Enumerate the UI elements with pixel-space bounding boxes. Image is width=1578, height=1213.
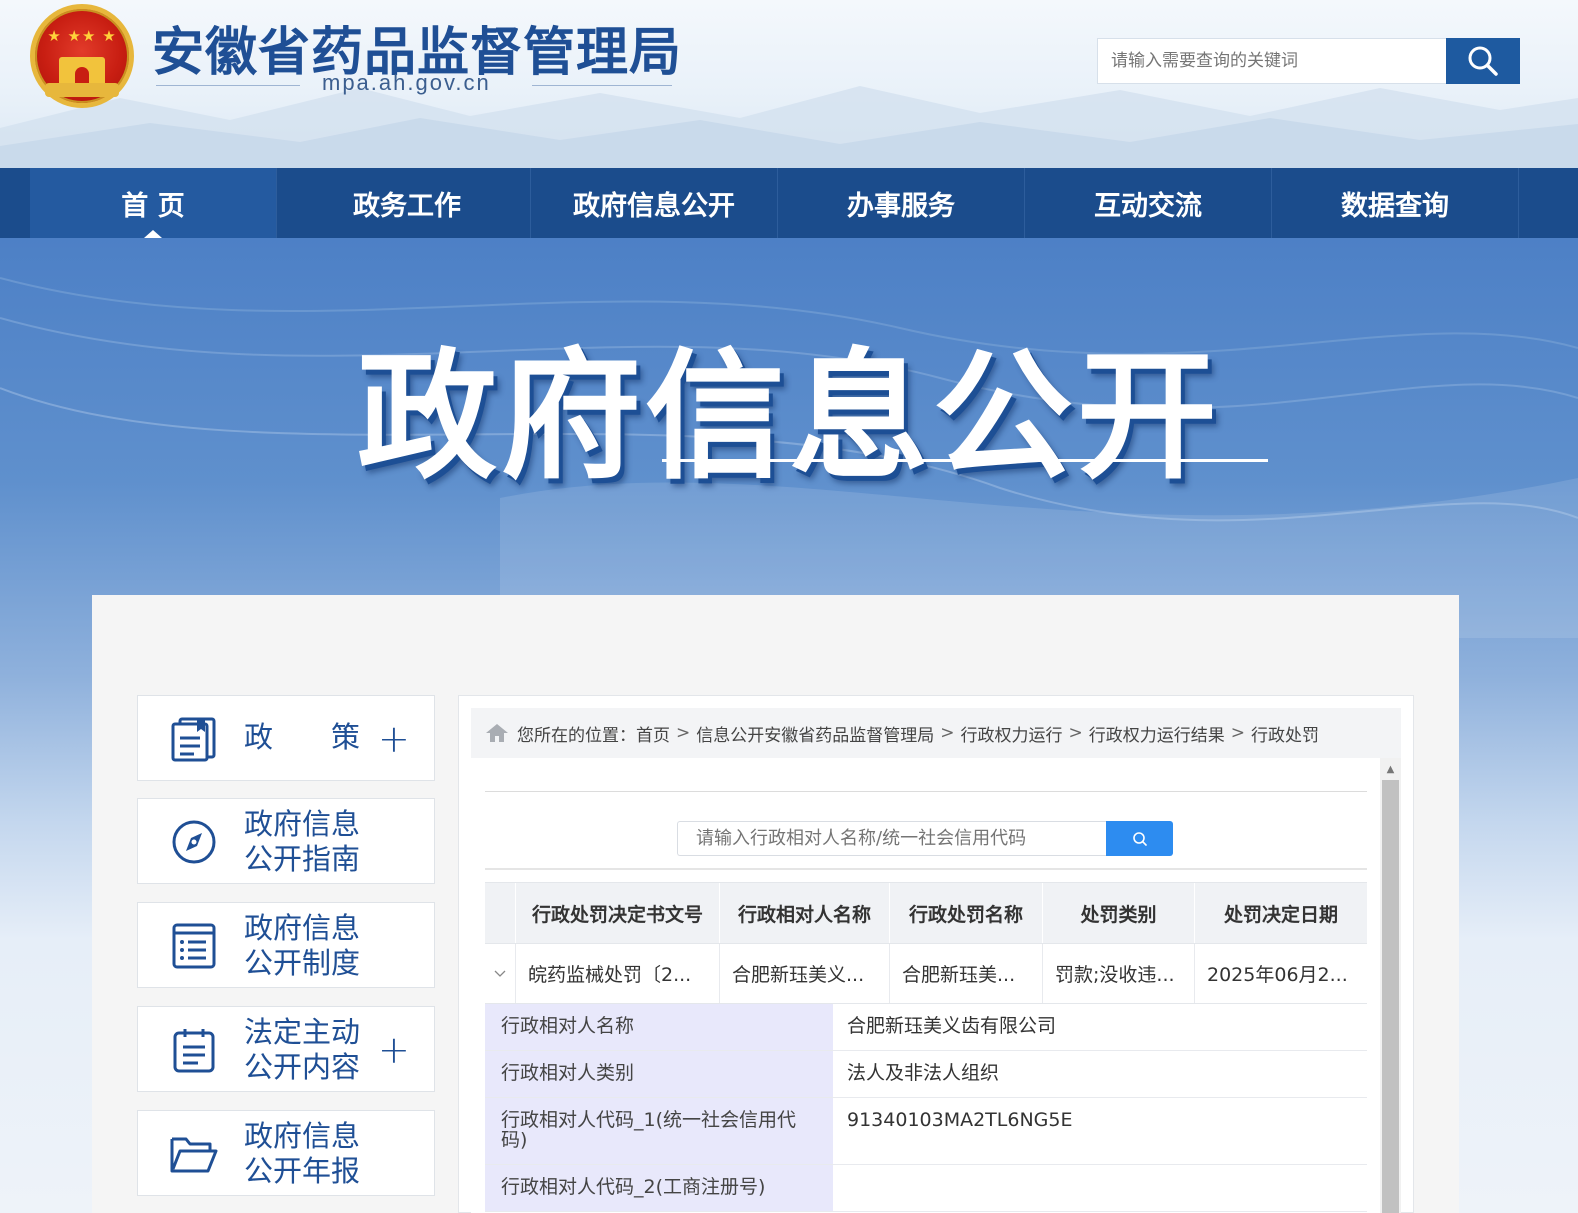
nav-item-services[interactable]: 办事服务 <box>778 168 1025 238</box>
detail-value: 法人及非法人组织 <box>833 1051 1367 1097</box>
penalty-search-input[interactable] <box>678 822 1107 855</box>
sidebar-item-label: 公开年报 <box>244 1154 361 1188</box>
table-cell: 罚款;没收违... <box>1043 944 1195 1003</box>
breadcrumb-link-penalty[interactable]: 行政处罚 <box>1251 721 1319 746</box>
breadcrumb-separator: > <box>676 723 691 743</box>
list-document-icon <box>172 923 216 969</box>
embedded-query-frame: 行政处罚决定书文号 行政相对人名称 行政处罚名称 处罚类别 处罚决定日期 皖药监… <box>471 758 1401 1213</box>
column-header: 处罚决定日期 <box>1223 903 1338 926</box>
detail-row: 行政相对人代码_1(统一社会信用代码) 91340103MA2TL6NG5E <box>485 1098 1367 1165</box>
table-cell: 皖药监械处罚〔2... <box>516 944 720 1003</box>
detail-key: 行政相对人名称 <box>485 1004 833 1050</box>
folder-icon <box>170 1137 218 1173</box>
penalty-search-box <box>677 821 1107 856</box>
scrollbar-thumb[interactable] <box>1382 780 1399 1213</box>
main-nav: 首 页 政务工作 政府信息公开 办事服务 互动交流 数据查询 <box>0 168 1578 238</box>
detail-key: 行政相对人代码_2(工商注册号) <box>485 1165 833 1211</box>
sidebar-item-label: 政府信息 <box>244 911 361 945</box>
site-search-box <box>1097 38 1447 84</box>
penalty-table: 行政处罚决定书文号 行政相对人名称 行政处罚名称 处罚类别 处罚决定日期 皖药监… <box>485 882 1367 1212</box>
nav-item-home[interactable]: 首 页 <box>30 168 277 238</box>
scroll-up-arrow-icon[interactable]: ▲ <box>1380 760 1401 778</box>
sidebar-item-label: 政府信息 <box>244 807 361 841</box>
compass-icon <box>172 820 216 864</box>
nav-item-government-work[interactable]: 政务工作 <box>284 168 531 238</box>
table-cell: 合肥新珏美... <box>890 944 1043 1003</box>
banner-title: 政府信息公开 <box>356 336 1221 499</box>
expand-column-header <box>485 883 516 943</box>
table-header: 行政处罚决定书文号 行政相对人名称 行政处罚名称 处罚类别 处罚决定日期 <box>485 882 1367 944</box>
nav-item-info-disclosure[interactable]: 政府信息公开 <box>531 168 778 238</box>
row-detail-panel: 行政相对人名称 合肥新珏美义齿有限公司 行政相对人类别 法人及非法人组织 行政相… <box>485 1004 1367 1212</box>
breadcrumb-link-power-operation[interactable]: 行政权力运行 <box>961 721 1063 746</box>
column-header: 行政处罚决定书文号 <box>516 883 720 943</box>
sidebar-item-statutory-content[interactable]: 法定主动 公开内容 + <box>137 1006 435 1092</box>
national-emblem-logo: ★ ★★ ★ <box>30 4 134 108</box>
search-icon <box>1468 46 1498 76</box>
detail-key: 行政相对人代码_1(统一社会信用代码) <box>485 1098 833 1164</box>
divider <box>485 791 1367 792</box>
sidebar-item-label: 公开制度 <box>244 946 361 980</box>
detail-row: 行政相对人类别 法人及非法人组织 <box>485 1051 1367 1098</box>
main-container: 政 策 + 政府信息 公开指南 政府信息 公开制度 法定主动 公开内容 + 政府… <box>92 595 1459 1213</box>
column-header: 行政相对人名称 <box>720 883 890 943</box>
clipboard-icon <box>173 1029 215 1073</box>
breadcrumb-link-home[interactable]: 首页 <box>636 721 670 746</box>
divider <box>532 85 672 86</box>
sidebar-item-annual-report[interactable]: 政府信息 公开年报 <box>137 1110 435 1196</box>
detail-row: 行政相对人代码_2(工商注册号) <box>485 1165 1367 1212</box>
banner-underline <box>662 459 1268 462</box>
divider <box>485 868 1367 870</box>
site-header: ★ ★★ ★ 安徽省药品监督管理局 mpa.ah.gov.cn <box>0 0 1578 168</box>
chevron-down-icon[interactable] <box>485 944 516 1003</box>
detail-value: 91340103MA2TL6NG5E <box>833 1098 1367 1164</box>
site-url: mpa.ah.gov.cn <box>322 70 491 95</box>
penalty-search-button[interactable] <box>1106 821 1173 856</box>
home-icon <box>486 724 508 742</box>
breadcrumb-link-disclosure[interactable]: 信息公开安徽省药品监督管理局 <box>696 721 934 746</box>
expand-plus-icon[interactable]: + <box>378 720 410 758</box>
column-header: 行政处罚名称 <box>890 883 1043 943</box>
breadcrumb-separator: > <box>1068 723 1083 743</box>
detail-value: 合肥新珏美义齿有限公司 <box>833 1004 1367 1050</box>
nav-item-data-query[interactable]: 数据查询 <box>1272 168 1519 238</box>
sidebar-item-label: 公开内容 <box>244 1050 361 1084</box>
table-cell: 合肥新珏美义... <box>720 944 890 1003</box>
detail-value <box>833 1165 1367 1211</box>
breadcrumb: 您所在的位置： 首页 > 信息公开安徽省药品监督管理局 > 行政权力运行 > 行… <box>471 708 1401 758</box>
sidebar-item-guide[interactable]: 政府信息 公开指南 <box>137 798 435 884</box>
detail-key: 行政相对人类别 <box>485 1051 833 1097</box>
policy-book-icon <box>171 717 216 762</box>
expand-plus-icon[interactable]: + <box>378 1031 410 1069</box>
site-search-input[interactable] <box>1098 39 1446 83</box>
table-row[interactable]: 皖药监械处罚〔2... 合肥新珏美义... 合肥新珏美... 罚款;没收违...… <box>485 944 1367 1004</box>
sidebar-item-label: 政府信息 <box>244 1119 361 1153</box>
table-cell: 2025年06月2... <box>1207 964 1348 986</box>
sidebar-item-label: 政 策 <box>244 720 361 754</box>
breadcrumb-prefix: 您所在的位置： <box>517 725 636 746</box>
breadcrumb-separator: > <box>1230 723 1245 743</box>
breadcrumb-separator: > <box>940 723 955 743</box>
sidebar-item-label: 法定主动 <box>244 1015 361 1049</box>
nav-item-interaction[interactable]: 互动交流 <box>1025 168 1272 238</box>
breadcrumb-link-power-results[interactable]: 行政权力运行结果 <box>1089 721 1225 746</box>
sidebar-item-policy[interactable]: 政 策 + <box>137 695 435 781</box>
vertical-scrollbar[interactable]: ▲ <box>1380 758 1401 1213</box>
site-search-button[interactable] <box>1446 38 1520 84</box>
detail-row: 行政相对人名称 合肥新珏美义齿有限公司 <box>485 1004 1367 1051</box>
divider <box>156 85 300 86</box>
content-panel: 您所在的位置： 首页 > 信息公开安徽省药品监督管理局 > 行政权力运行 > 行… <box>458 695 1414 1213</box>
sidebar-item-system[interactable]: 政府信息 公开制度 <box>137 902 435 988</box>
column-header: 处罚类别 <box>1043 883 1195 943</box>
sidebar-item-label: 公开指南 <box>244 842 361 876</box>
search-icon <box>1132 831 1147 846</box>
